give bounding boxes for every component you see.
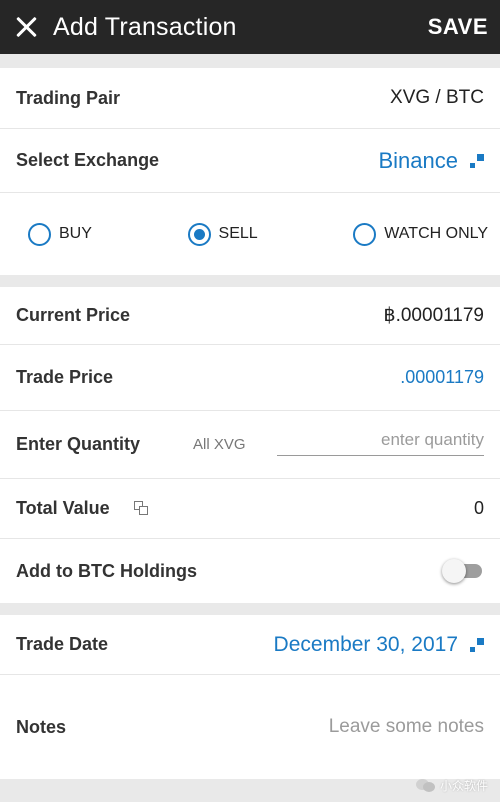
page-title: Add Transaction bbox=[53, 12, 237, 41]
quantity-row: Enter Quantity All XVG bbox=[0, 411, 500, 479]
notes-input[interactable]: Leave some notes bbox=[329, 716, 484, 738]
trade-date-value[interactable]: December 30, 2017 bbox=[274, 633, 458, 657]
trading-pair-row: Trading Pair XVG / BTC bbox=[0, 68, 500, 129]
watermark: 小众软件 bbox=[415, 777, 488, 794]
radio-watch-only-circle[interactable] bbox=[353, 222, 377, 246]
radio-watch-only-label: WATCH ONLY bbox=[384, 225, 488, 242]
trading-pair-value: XVG / BTC bbox=[390, 87, 484, 108]
save-button[interactable]: SAVE bbox=[428, 14, 488, 40]
notes-label: Notes bbox=[16, 716, 67, 737]
exchange-value[interactable]: Binance bbox=[378, 148, 458, 174]
holdings-label: Add to BTC Holdings bbox=[16, 560, 197, 581]
exchange-row[interactable]: Select Exchange Binance bbox=[0, 129, 500, 193]
quantity-label: Enter Quantity bbox=[16, 434, 141, 454]
radio-watch-only[interactable]: WATCH ONLY bbox=[353, 222, 488, 246]
all-xvg-button[interactable]: All XVG bbox=[193, 436, 246, 453]
holdings-row: Add to BTC Holdings bbox=[0, 539, 500, 603]
holdings-toggle[interactable] bbox=[442, 559, 484, 583]
radio-buy[interactable]: BUY bbox=[28, 222, 92, 246]
total-value-label: Total Value bbox=[16, 498, 110, 518]
trade-date-row[interactable]: Trade Date December 30, 2017 bbox=[0, 615, 500, 675]
trade-price-row[interactable]: Trade Price .00001179 bbox=[0, 345, 500, 411]
current-price-label: Current Price bbox=[16, 305, 131, 325]
radio-buy-circle[interactable] bbox=[28, 222, 51, 246]
radio-buy-label: BUY bbox=[59, 225, 92, 242]
radio-sell-circle[interactable] bbox=[187, 222, 211, 246]
quantity-input[interactable] bbox=[277, 425, 484, 456]
total-value-value: 0 bbox=[473, 498, 484, 518]
current-price-row: Current Price ฿.00001179 bbox=[0, 287, 500, 345]
close-icon[interactable] bbox=[13, 14, 39, 40]
current-price-value: ฿.00001179 bbox=[383, 305, 485, 326]
trade-price-label: Trade Price bbox=[16, 367, 114, 387]
transaction-type-group: BUY SELL WATCH ONLY bbox=[0, 193, 500, 275]
pair-card: Trading Pair XVG / BTC Select Exchange B… bbox=[0, 68, 500, 275]
trade-date-label: Trade Date bbox=[16, 634, 109, 654]
trading-pair-label: Trading Pair bbox=[16, 87, 121, 108]
price-card: Current Price ฿.00001179 Trade Price .00… bbox=[0, 287, 500, 603]
app-bar: Add Transaction SAVE bbox=[0, 0, 500, 54]
notes-row[interactable]: Notes Leave some notes bbox=[0, 675, 500, 779]
watermark-text: 小众软件 bbox=[439, 779, 488, 793]
total-value-row: Total Value 0 bbox=[0, 479, 500, 539]
trade-price-value[interactable]: .00001179 bbox=[400, 367, 484, 388]
expand-icon[interactable] bbox=[470, 637, 484, 652]
expand-icon[interactable] bbox=[470, 153, 484, 168]
toggle-thumb[interactable] bbox=[442, 559, 466, 583]
exchange-label: Select Exchange bbox=[16, 150, 160, 170]
radio-sell[interactable]: SELL bbox=[187, 222, 258, 246]
wechat-icon bbox=[415, 778, 436, 793]
radio-sell-label: SELL bbox=[218, 225, 258, 242]
copy-icon[interactable] bbox=[134, 501, 149, 516]
date-notes-card: Trade Date December 30, 2017 Notes Leave… bbox=[0, 615, 500, 779]
